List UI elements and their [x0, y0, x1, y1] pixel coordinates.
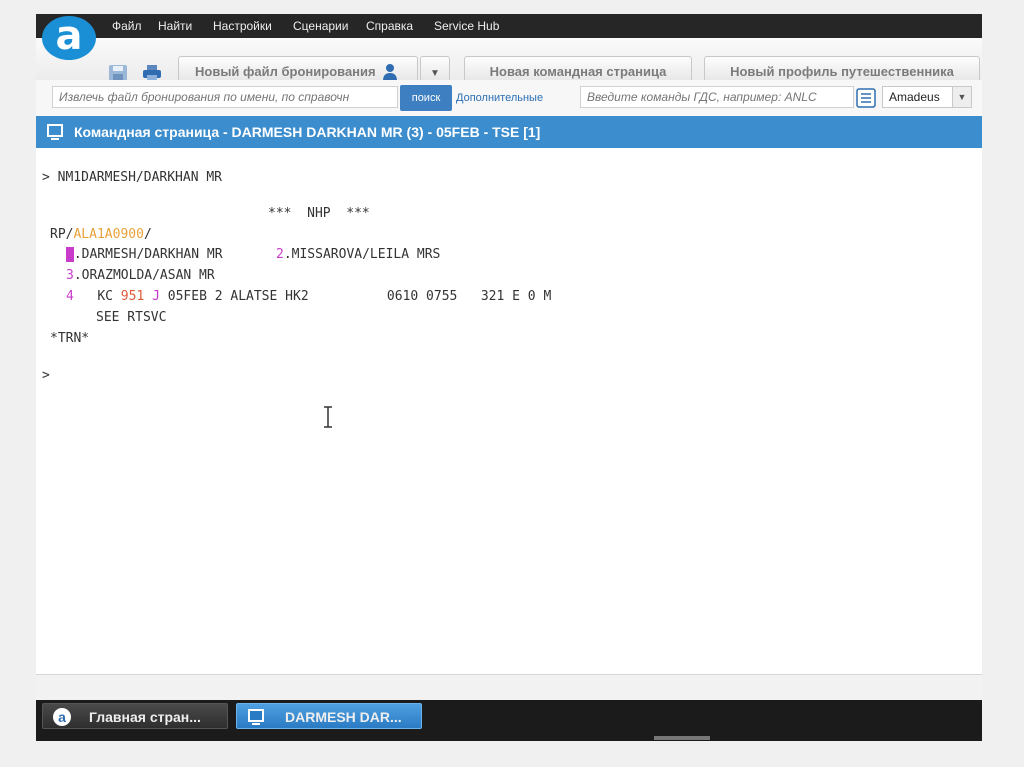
notepad-icon[interactable]	[856, 88, 876, 108]
segment-class: J	[152, 289, 160, 304]
terminal-see-line: SEE RTSVC	[96, 310, 167, 325]
terminal-trn-line: *TRN*	[50, 331, 90, 346]
page-taskbar: a Главная стран... DARMESH DAR...	[36, 700, 982, 741]
amadeus-small-icon: a	[53, 708, 71, 726]
command-page-title: Командная страница - DARMESH DARKHAN MR …	[74, 124, 541, 140]
menu-settings[interactable]: Настройки	[213, 19, 272, 33]
pax3-name: .ORAZMOLDA/ASAN MR	[73, 268, 215, 283]
pax2-number: 2	[276, 247, 284, 262]
segment-flight: 951	[120, 289, 145, 304]
menu-help[interactable]: Справка	[366, 19, 413, 33]
gds-select[interactable]: Amadeus ▼	[882, 86, 972, 108]
task-home-page[interactable]: a Главная стран...	[42, 703, 228, 729]
menu-scripts[interactable]: Сценарии	[293, 19, 348, 33]
terminal-command-line: > NM1DARMESH/DARKHAN MR	[42, 170, 223, 185]
terminal-segment-line: 4 KC 951 J 05FEB 2 ALATSE HK2 0610 0755 …	[66, 289, 551, 304]
task-command-label: DARMESH DAR...	[285, 709, 402, 725]
pax3-number: 3	[66, 268, 74, 283]
segment-details: 05FEB 2 ALATSE HK2 0610 0755 321 E 0 M	[159, 289, 552, 304]
office-id: ALA1A0900	[73, 227, 144, 242]
chevron-down-icon[interactable]: ▼	[952, 87, 971, 107]
rp-suffix: /	[143, 227, 152, 242]
terminal-rp-line: RP/ALA1A0900/	[50, 227, 152, 242]
pax1-name: .DARMESH/DARKHAN MR	[73, 247, 223, 262]
cursor-block: 1	[66, 247, 74, 262]
menu-find[interactable]: Найти	[158, 19, 192, 33]
terminal-pax-line: 1.DARMESH/DARKHAN MR	[66, 247, 223, 262]
new-traveler-profile-label: Новый профиль путешественника	[730, 64, 954, 79]
gds-command-input[interactable]	[580, 86, 854, 108]
task-command-page[interactable]: DARMESH DAR...	[236, 703, 422, 729]
command-page-titlebar: Командная страница - DARMESH DARKHAN MR …	[36, 116, 982, 148]
command-page-icon	[47, 124, 63, 140]
terminal-prompt: >	[42, 368, 50, 383]
search-bar: поиск Дополнительные Amadeus ▼	[36, 80, 982, 119]
advanced-search-link[interactable]: Дополнительные	[456, 92, 543, 104]
new-command-page-label: Новая командная страница	[489, 64, 667, 79]
command-terminal[interactable]: > NM1DARMESH/DARKHAN MR *** NHP *** RP/A…	[36, 148, 982, 674]
menu-bar: Файл Найти Настройки Сценарии Справка Se…	[36, 14, 982, 38]
terminal-pax2: 2.MISSAROVA/LEILA MRS	[276, 247, 440, 262]
terminal-nhp-line: *** NHP ***	[268, 206, 370, 221]
terminal-pax3: 3.ORAZMOLDA/ASAN MR	[66, 268, 215, 283]
amadeus-logo-icon: a	[42, 16, 96, 60]
person-icon	[383, 64, 397, 81]
new-booking-label: Новый файл бронирования	[195, 64, 376, 79]
menu-file[interactable]: Файл	[112, 19, 142, 33]
window-grip	[654, 736, 710, 740]
gds-select-value: Amadeus	[889, 90, 940, 104]
task-home-label: Главная стран...	[89, 709, 201, 725]
pax2-name: .MISSAROVA/LEILA MRS	[283, 247, 441, 262]
menu-service-hub[interactable]: Service Hub	[434, 19, 499, 33]
text-cursor-icon	[324, 406, 332, 428]
search-button[interactable]: поиск	[400, 85, 452, 111]
chevron-down-icon: ▼	[430, 68, 440, 79]
segment-number: 4	[66, 289, 74, 304]
status-bar	[36, 674, 982, 701]
segment-airline: KC	[97, 289, 113, 304]
rp-prefix: RP/	[50, 227, 74, 242]
app-window: Файл Найти Настройки Сценарии Справка Se…	[36, 14, 982, 741]
command-page-icon	[248, 709, 264, 725]
pnr-search-input[interactable]	[52, 86, 398, 108]
